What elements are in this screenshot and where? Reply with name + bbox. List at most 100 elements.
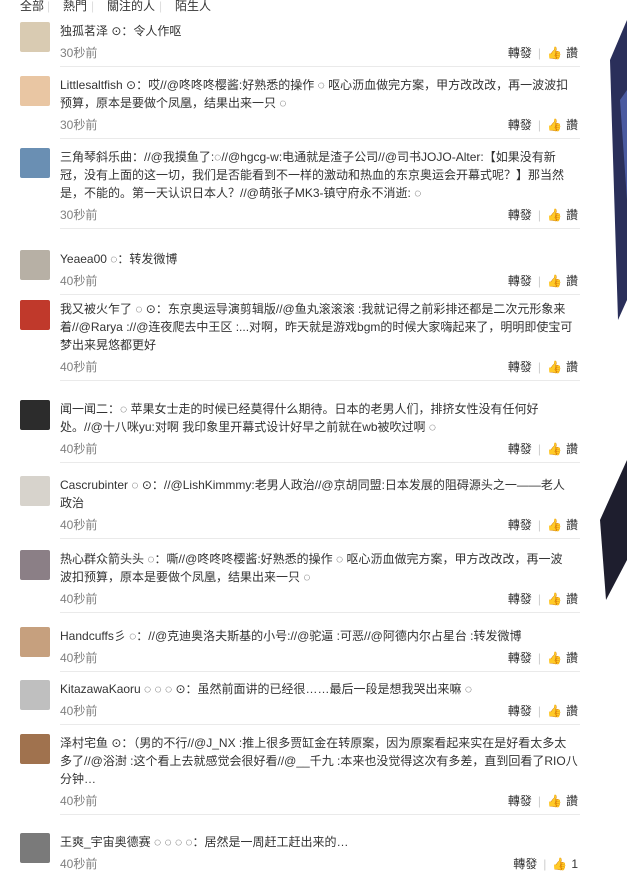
thumbs-up-icon: 👍	[547, 274, 562, 288]
comment-text: 闻一闻二：◌ 苹果女士走的时候已经莫得什么期待。日本的老男人们，排挤女性没有任何…	[60, 400, 585, 436]
comment-line: 多了//@浴澍 :这个看上去就感觉会很好看//@__千九 :本来也没觉得这次有多…	[60, 754, 578, 768]
comment-text: 我又被火乍了 ◌ ⊙：东京奥运导演剪辑版//@鱼丸滚滚滚 :我就记得之前彩排还都…	[60, 300, 585, 354]
avatar[interactable]	[20, 300, 50, 330]
comment-actions: 轉發 | 👍 讚	[508, 704, 578, 718]
timestamp: 40秒前	[60, 360, 98, 374]
avatar[interactable]	[20, 476, 50, 506]
tab-separator: |	[47, 0, 51, 13]
tab-following[interactable]: 關注的人	[107, 0, 155, 12]
like-label: 讚	[565, 704, 578, 718]
like-button[interactable]: 👍 讚	[547, 46, 578, 60]
timestamp: 40秒前	[60, 704, 98, 718]
like-button[interactable]: 👍 讚	[547, 651, 578, 665]
comment-divider	[60, 612, 580, 613]
repost-button[interactable]: 轉發	[508, 274, 532, 288]
repost-button[interactable]: 轉發	[508, 704, 532, 718]
repost-button[interactable]: 轉發	[508, 592, 532, 606]
like-label: 讚	[565, 46, 578, 60]
comment-divider	[60, 671, 580, 672]
tab-hot[interactable]: 熱門	[63, 0, 87, 12]
comment-divider	[60, 724, 580, 725]
like-button[interactable]: 👍 讚	[547, 360, 578, 374]
comment-line: 独孤茗泽 ⊙：令人作呕	[60, 24, 182, 38]
like-button[interactable]: 👍 讚	[547, 118, 578, 132]
avatar[interactable]	[20, 22, 50, 52]
comment-actions: 轉發 | 👍 讚	[508, 794, 578, 808]
like-label: 讚	[565, 274, 578, 288]
like-label: 讚	[565, 794, 578, 808]
timestamp: 40秒前	[60, 442, 98, 456]
comment-line: KitazawaKaoru ◌ ◌ ◌ ⊙：虽然前面讲的已经很……最后一段是想我…	[60, 682, 472, 696]
avatar[interactable]	[20, 400, 50, 430]
action-separator: |	[537, 442, 542, 456]
repost-button[interactable]: 轉發	[508, 118, 532, 132]
comment-line: 王爽_宇宙奥德赛 ◌ ◌ ◌ ◌：居然是一周赶工赶出来的…	[60, 835, 349, 849]
avatar[interactable]	[20, 250, 50, 280]
comment-divider	[60, 462, 580, 463]
like-button[interactable]: 👍 讚	[547, 442, 578, 456]
comment-divider	[60, 138, 580, 139]
repost-button[interactable]: 轉發	[508, 208, 532, 222]
tab-separator: |	[159, 0, 163, 13]
avatar[interactable]	[20, 833, 50, 863]
like-button[interactable]: 👍 讚	[547, 208, 578, 222]
comment-actions: 轉發 | 👍 讚	[508, 651, 578, 665]
thumbs-up-icon: 👍	[547, 592, 562, 606]
action-separator: |	[537, 118, 542, 132]
like-button[interactable]: 👍 讚	[547, 704, 578, 718]
comment-text: 泽村宅鱼 ⊙：（男的不行//@J_NX :推上很多贾缸金在转原案，因为原案看起来…	[60, 734, 585, 788]
thumbs-up-icon: 👍	[547, 518, 562, 532]
comment-divider	[60, 294, 580, 295]
comment-line: 预算，原本是要做个凤凰，结果出来一只 ◌	[60, 96, 287, 110]
comment-divider	[60, 66, 580, 67]
comment-text: Littlesaltfish ⊙：哎//@咚咚咚樱酱:好熟悉的操作 ◌ 呕心沥血…	[60, 76, 585, 112]
repost-button[interactable]: 轉發	[508, 46, 532, 60]
avatar[interactable]	[20, 550, 50, 580]
avatar[interactable]	[20, 76, 50, 106]
repost-button[interactable]: 轉發	[508, 442, 532, 456]
like-label: 讚	[565, 360, 578, 374]
repost-button[interactable]: 轉發	[508, 518, 532, 532]
like-button[interactable]: 👍 讚	[547, 794, 578, 808]
timestamp: 40秒前	[60, 794, 98, 808]
like-button[interactable]: 👍 讚	[547, 274, 578, 288]
thumbs-up-icon: 👍	[547, 118, 562, 132]
comment-divider	[60, 814, 580, 815]
timestamp: 40秒前	[60, 651, 98, 665]
comment-line: Littlesaltfish ⊙：哎//@咚咚咚樱酱:好熟悉的操作 ◌ 呕心沥血…	[60, 78, 569, 92]
comment-line: Yeaea00 ◌：转发微博	[60, 252, 178, 266]
repost-button[interactable]: 轉發	[508, 360, 532, 374]
page-background	[600, 0, 627, 869]
action-separator: |	[537, 651, 542, 665]
action-separator: |	[537, 274, 542, 288]
comment-line: 分钟…	[60, 772, 97, 786]
avatar[interactable]	[20, 148, 50, 178]
comment-line: 梦出来晃悠都更好	[60, 338, 157, 352]
tab-all[interactable]: 全部	[20, 0, 44, 12]
like-button[interactable]: 👍 讚	[547, 592, 578, 606]
like-label: 讚	[565, 651, 578, 665]
avatar[interactable]	[20, 734, 50, 764]
action-separator: |	[537, 208, 542, 222]
action-separator: |	[537, 704, 542, 718]
like-label: 讚	[565, 592, 578, 606]
like-button[interactable]: 👍 讚	[547, 518, 578, 532]
action-separator: |	[537, 518, 542, 532]
tab-strangers[interactable]: 陌生人	[175, 0, 211, 12]
comment-line: 闻一闻二：◌ 苹果女士走的时候已经莫得什么期待。日本的老男人们，排挤女性没有任何…	[60, 402, 539, 416]
thumbs-up-icon: 👍	[547, 704, 562, 718]
avatar[interactable]	[20, 627, 50, 657]
comment-actions: 轉發 | 👍 讚	[508, 592, 578, 606]
repost-button[interactable]: 轉發	[508, 651, 532, 665]
comment-line: 泽村宅鱼 ⊙：（男的不行//@J_NX :推上很多贾缸金在转原案，因为原案看起来…	[60, 736, 567, 750]
thumbs-up-icon: 👍	[547, 208, 562, 222]
thumbs-up-icon: 👍	[547, 46, 562, 60]
comment-line: 政治	[60, 496, 85, 510]
repost-button[interactable]: 轉發	[508, 794, 532, 808]
avatar[interactable]	[20, 680, 50, 710]
thumbs-up-icon: 👍	[547, 442, 562, 456]
comment-text: 热心群众箭头头 ◌：嘶//@咚咚咚樱酱:好熟悉的操作 ◌ 呕心沥血做完方案，甲方…	[60, 550, 585, 586]
timestamp: 40秒前	[60, 518, 98, 532]
comment-actions: 轉發 | 👍 讚	[508, 118, 578, 132]
comment-actions: 轉發 | 👍 讚	[508, 46, 578, 60]
